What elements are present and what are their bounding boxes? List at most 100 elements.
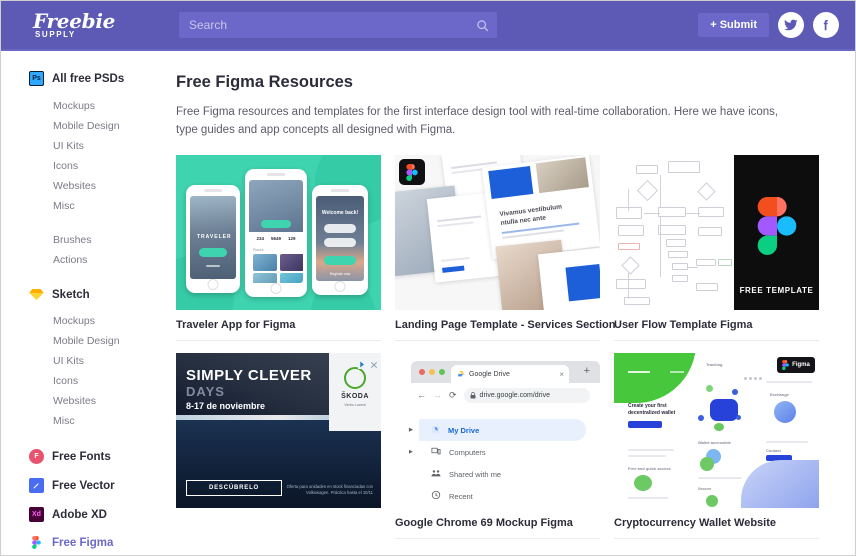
adchoices-icon[interactable] <box>358 356 367 374</box>
sidebar-item-misc[interactable]: Misc <box>29 196 176 216</box>
nav-line <box>670 371 684 373</box>
skoda-tagline: Verbo Lucent <box>344 403 366 407</box>
sidebar-item-adobe-xd[interactable]: Xd Adobe XD <box>29 507 176 522</box>
tile <box>280 273 303 283</box>
browser-tab[interactable]: Google Drive × <box>451 365 569 383</box>
site-logo[interactable]: Freebie SUPPLY <box>21 8 161 39</box>
section-label: Exchange <box>770 392 789 397</box>
sidebar-item-sketch-ui-kits[interactable]: UI Kits <box>29 351 176 371</box>
text-line <box>628 497 668 499</box>
text-line <box>441 256 470 262</box>
sidebar-item-free-vector[interactable]: Free Vector <box>29 478 176 493</box>
section-label: Free and quick access <box>628 466 671 471</box>
sidebar-item-free-fonts[interactable]: F Free Fonts <box>29 449 176 464</box>
flow-node <box>636 165 658 174</box>
section-label: Tracking <box>706 362 723 367</box>
flow-decision <box>697 182 716 201</box>
ad-fine-print: Oferta para unidades en stock financiada… <box>286 484 373 495</box>
drive-row-my-drive[interactable]: ▶ My Drive <box>409 419 586 441</box>
free-fonts-icon: F <box>29 449 44 464</box>
section-label: Contact <box>766 448 781 453</box>
skoda-ad-banner[interactable]: ŠKODA Verbo Lucent SIMPLY CLEVER DAYS 8-… <box>176 353 381 508</box>
flow-node <box>672 263 688 270</box>
sidebar-item-sketch-misc[interactable]: Misc <box>29 411 176 431</box>
sidebar-item-brushes[interactable]: Brushes <box>29 230 176 250</box>
resource-card[interactable]: Create your first decentralized wallet Tr… <box>614 353 819 539</box>
sidebar-item-ui-kits[interactable]: UI Kits <box>29 136 176 156</box>
maximize-window-dot[interactable] <box>439 369 445 375</box>
stats-row: 234 5649 129 <box>256 236 296 241</box>
drive-row-label: Computers <box>449 447 486 457</box>
sidebar-item-all-free-psds[interactable]: Ps All free PSDs <box>29 71 176 86</box>
submit-button[interactable]: + Submit <box>698 13 769 37</box>
card-title: Cryptocurrency Wallet Website <box>614 508 819 539</box>
nav-line <box>628 371 650 373</box>
reload-icon[interactable]: ⟳ <box>449 390 457 401</box>
page-body: Ps All free PSDs Mockups Mobile Design U… <box>1 51 855 555</box>
address-bar[interactable]: drive.google.com/drive <box>463 387 590 403</box>
expand-arrow-icon[interactable]: ▶ <box>409 449 413 455</box>
figma-black-panel: FREE TEMPLATE <box>734 155 819 310</box>
flow-link <box>688 267 698 268</box>
sketch-icon <box>29 288 44 301</box>
page-description: Free Figma resources and templates for t… <box>176 106 779 136</box>
card-title: Landing Page Template - Services Section <box>395 310 615 341</box>
minimize-window-dot[interactable] <box>429 369 435 375</box>
flow-node <box>698 207 724 217</box>
twitter-icon[interactable] <box>778 12 804 38</box>
sidebar-item-free-figma[interactable]: Free Figma <box>29 536 176 549</box>
sidebar-item-sketch[interactable]: Sketch <box>29 288 176 301</box>
resource-card[interactable]: FREE TEMPLATE User Flow Template Figma <box>614 155 819 341</box>
decorative-blob <box>736 415 741 420</box>
sidebar-item-mockups[interactable]: Mockups <box>29 96 176 116</box>
traveler-app-thumb[interactable]: TRAVELER 234 5649 129 Places Welcome bac… <box>176 155 381 310</box>
sidebar-item-mobile-design[interactable]: Mobile Design <box>29 116 176 136</box>
chrome-mockup-thumb[interactable]: Google Drive × + ← → ⟳ drive.google.com/… <box>395 353 600 508</box>
logo-title: Freebie <box>33 8 116 33</box>
sidebar-item-icons[interactable]: Icons <box>29 156 176 176</box>
card-title: Traveler App for Figma <box>176 310 381 341</box>
section-label: Wallet accessible <box>698 440 731 445</box>
text-line <box>628 455 666 457</box>
sidebar-item-sketch-mockups[interactable]: Mockups <box>29 311 176 331</box>
screen-line <box>206 265 220 267</box>
resource-card[interactable]: TRAVELER 234 5649 129 Places Welcome bac… <box>176 155 381 341</box>
sidebar-item-actions[interactable]: Actions <box>29 250 176 270</box>
section-label: Places <box>253 248 264 252</box>
facebook-icon[interactable] <box>813 12 839 38</box>
new-tab-icon[interactable]: + <box>584 365 590 377</box>
advertisement-card[interactable]: ŠKODA Verbo Lucent SIMPLY CLEVER DAYS 8-… <box>176 353 381 539</box>
ad-controls[interactable] <box>358 356 378 374</box>
sidebar-item-sketch-websites[interactable]: Websites <box>29 391 176 411</box>
close-window-dot[interactable] <box>419 369 425 375</box>
phone-speaker <box>267 173 285 176</box>
flow-node <box>658 207 686 217</box>
back-arrow-icon[interactable]: ← <box>417 390 426 400</box>
ad-cta-button[interactable]: DESCÚBRELO <box>186 480 283 496</box>
close-icon[interactable] <box>370 356 378 374</box>
crypto-wallet-thumb[interactable]: Create your first decentralized wallet Tr… <box>614 353 819 508</box>
search-icon[interactable] <box>467 19 497 32</box>
drive-row-computers[interactable]: ▶ Computers <box>409 441 586 463</box>
drive-row-recent[interactable]: Recent <box>419 485 586 507</box>
resource-card[interactable]: Google Drive × + ← → ⟳ drive.google.com/… <box>395 353 600 539</box>
search-input[interactable] <box>179 18 467 32</box>
cta-pill <box>324 256 356 265</box>
home-button <box>207 279 219 290</box>
sidebar-item-websites[interactable]: Websites <box>29 176 176 196</box>
close-tab-icon[interactable]: × <box>559 370 564 379</box>
decorative-blob <box>706 385 713 392</box>
accent-block <box>488 166 534 199</box>
flow-node <box>672 275 688 282</box>
search-bar[interactable] <box>179 12 497 38</box>
flow-link <box>686 213 700 214</box>
sidebar-item-sketch-icons[interactable]: Icons <box>29 371 176 391</box>
sidebar-item-sketch-mobile-design[interactable]: Mobile Design <box>29 331 176 351</box>
landing-page-thumb[interactable]: Vivamus vestibulum ntulla nec ante <box>395 155 600 310</box>
drive-row-shared[interactable]: Shared with me <box>419 463 586 485</box>
phone-speaker <box>331 189 349 192</box>
expand-arrow-icon[interactable]: ▶ <box>409 427 413 433</box>
user-flow-thumb[interactable]: FREE TEMPLATE <box>614 155 819 310</box>
crypto-cta-button <box>628 421 662 428</box>
resource-card[interactable]: Vivamus vestibulum ntulla nec ante Landi… <box>395 155 615 341</box>
